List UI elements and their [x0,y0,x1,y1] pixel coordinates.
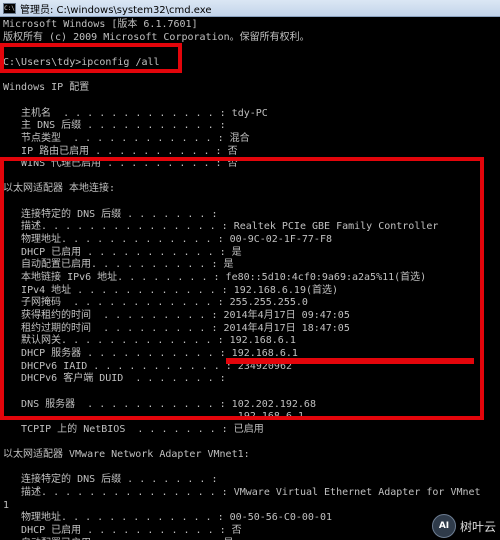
window-title: 管理员: C:\windows\system32\cmd.exe [20,4,212,16]
highlight-box-command [0,43,182,73]
console-output[interactable]: Microsoft Windows [版本 6.1.7601] 版权所有 (c) … [0,17,500,540]
console-line: 主 DNS 后缀 . . . . . . . . . . . : [3,120,226,132]
console-line: IP 路由已启用 . . . . . . . . . . : 否 [3,145,238,157]
console-line: 版权所有 (c) 2009 Microsoft Corporation。保留所有… [3,31,310,43]
console-line: 节点类型 . . . . . . . . . . . . : 混合 [3,132,250,144]
console-line: 连接特定的 DNS 后缀 . . . . . . . : [3,474,218,486]
console-line: 自动配置已启用. . . . . . . . . . : 是 [3,537,233,540]
watermark-text: 树叶云 [459,519,496,534]
console-line: 1 [3,499,10,511]
highlight-box-adapter [0,157,484,420]
title-bar[interactable]: C:\ 管理员: C:\windows\system32\cmd.exe [0,0,500,17]
console-line: 描述. . . . . . . . . . . . . . . : VMware… [3,487,481,499]
console-line: DHCP 已启用 . . . . . . . . . . . : 否 [3,525,242,536]
watermark-logo: AI [431,514,456,538]
redaction-bar [226,358,474,364]
cmd-icon: C:\ [3,2,16,14]
console-line: Windows IP 配置 [3,82,90,94]
console-line: Microsoft Windows [版本 6.1.7601] [3,19,198,30]
cmd-window: C:\ 管理员: C:\windows\system32\cmd.exe Mic… [0,0,500,540]
watermark: AI 树叶云 [431,514,496,538]
console-line: 以太网适配器 VMware Network Adapter VMnet1: [3,449,250,461]
console-line: 物理地址. . . . . . . . . . . . . : 00-50-56… [3,512,332,524]
console-line: TCPIP 上的 NetBIOS . . . . . . . : 已启用 [3,423,264,435]
console-line: 主机名 . . . . . . . . . . . . . : tdy-PC [3,107,268,119]
